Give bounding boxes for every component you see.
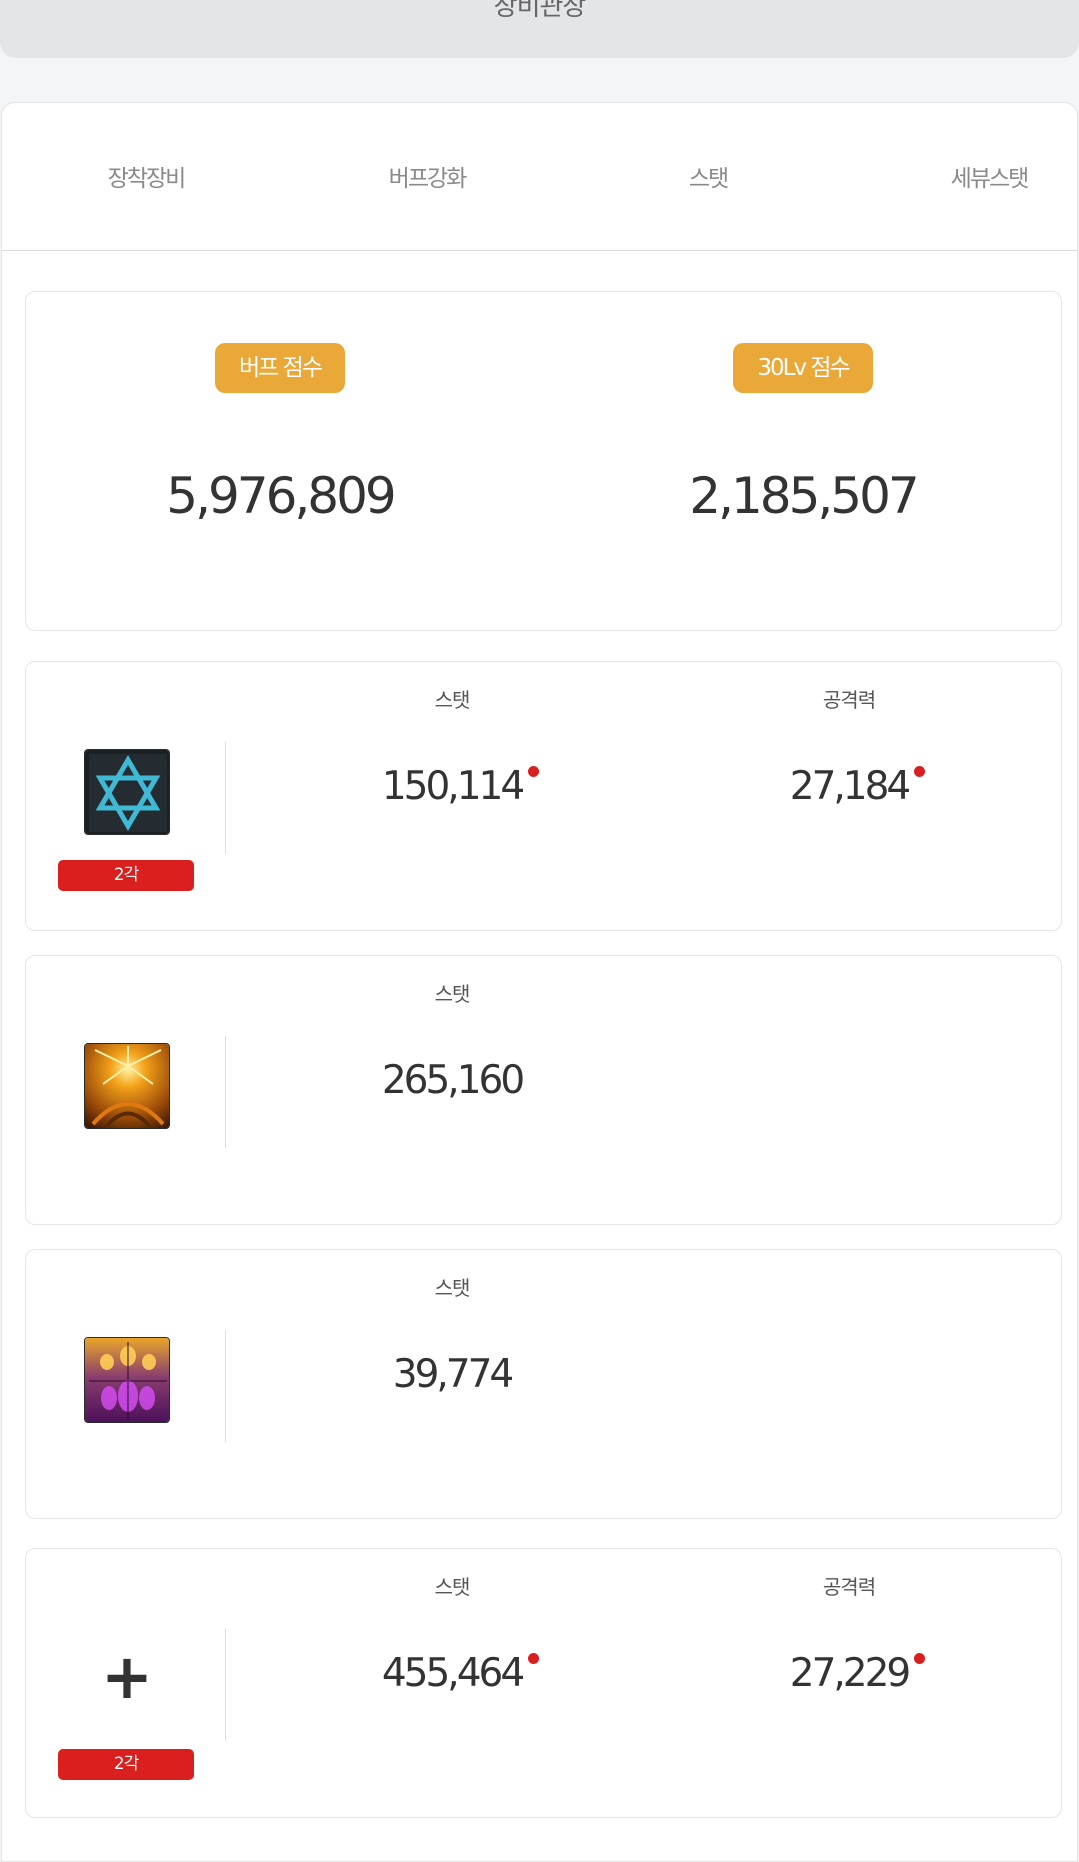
stat-number: 39,774: [392, 1352, 514, 1397]
divider: [225, 1330, 226, 1442]
content-panel: 장착장비 버프강화 스탯 세뷰스탯 버프 점수 5,976,809 30Lv 점…: [1, 102, 1078, 1862]
stat-value-text: 150,114: [381, 764, 540, 809]
score-card: 버프 점수 5,976,809 30Lv 점수 2,185,507: [25, 291, 1062, 631]
divider: [225, 1629, 226, 1741]
level30-score: 30Lv 점수 2,185,507: [544, 292, 1062, 630]
stat-label: 스탯: [434, 1575, 471, 1599]
stat-value: 39,774: [332, 1352, 572, 1397]
item-row[interactable]: 스탯 39,774: [25, 1249, 1062, 1519]
attack-value-text: 27,184: [789, 764, 926, 809]
stat-value: 265,160: [332, 1058, 572, 1103]
buff-score-value: 5,976,809: [166, 467, 396, 525]
top-bar: 장비관장: [0, 0, 1079, 58]
plus-icon[interactable]: +: [84, 1634, 170, 1720]
stat-number: 455,464: [381, 1651, 525, 1696]
item-row[interactable]: 스탯 265,160: [25, 955, 1062, 1225]
stat-label: 스탯: [434, 982, 471, 1006]
attack-value: 27,229: [729, 1651, 969, 1696]
attack-number: 27,184: [789, 764, 911, 809]
changed-dot: [528, 766, 540, 777]
golden-burst-icon: [84, 1043, 170, 1129]
changed-dot: [914, 766, 926, 777]
level30-score-badge: 30Lv 점수: [733, 343, 873, 393]
changed-dot: [914, 1653, 926, 1664]
tab-sub-stats[interactable]: 세뷰스탯: [889, 159, 1079, 193]
stat-number: 265,160: [381, 1058, 525, 1103]
tab-equipment[interactable]: 장착장비: [46, 159, 246, 193]
level30-score-value: 2,185,507: [689, 467, 919, 525]
item-row[interactable]: 2각 스탯 150,114 공격력 27,184: [25, 661, 1062, 931]
attack-number: 27,229: [789, 1651, 911, 1696]
attack-label: 공격력: [822, 688, 876, 712]
page-title: 장비관장: [493, 0, 587, 22]
stat-number: 150,114: [381, 764, 525, 809]
item-row[interactable]: + 2각 스탯 455,464 공격력 27,229: [25, 1548, 1062, 1818]
tab-bar: 장착장비 버프강화 스탯 세뷰스탯: [2, 103, 1077, 251]
tab-buff-enhance[interactable]: 버프강화: [327, 159, 527, 193]
stat-value: 150,114: [332, 764, 572, 809]
stat-value-text: 455,464: [381, 1651, 540, 1696]
attack-value-text: 27,229: [789, 1651, 926, 1696]
buff-score-badge: 버프 점수: [215, 343, 345, 393]
stat-label: 스탯: [434, 688, 471, 712]
divider: [225, 1036, 226, 1148]
buff-score: 버프 점수 5,976,809: [26, 292, 544, 630]
hexagram-icon: [84, 749, 170, 835]
attack-value: 27,184: [729, 764, 969, 809]
purple-ornament-icon: [84, 1337, 170, 1423]
level-badge: 2각: [58, 1749, 194, 1780]
divider: [225, 742, 226, 854]
stat-label: 스탯: [434, 1276, 471, 1300]
level-badge: 2각: [58, 860, 194, 891]
stat-value: 455,464: [332, 1651, 572, 1696]
attack-label: 공격력: [822, 1575, 876, 1599]
changed-dot: [528, 1653, 540, 1664]
tab-stats[interactable]: 스탯: [608, 159, 808, 193]
